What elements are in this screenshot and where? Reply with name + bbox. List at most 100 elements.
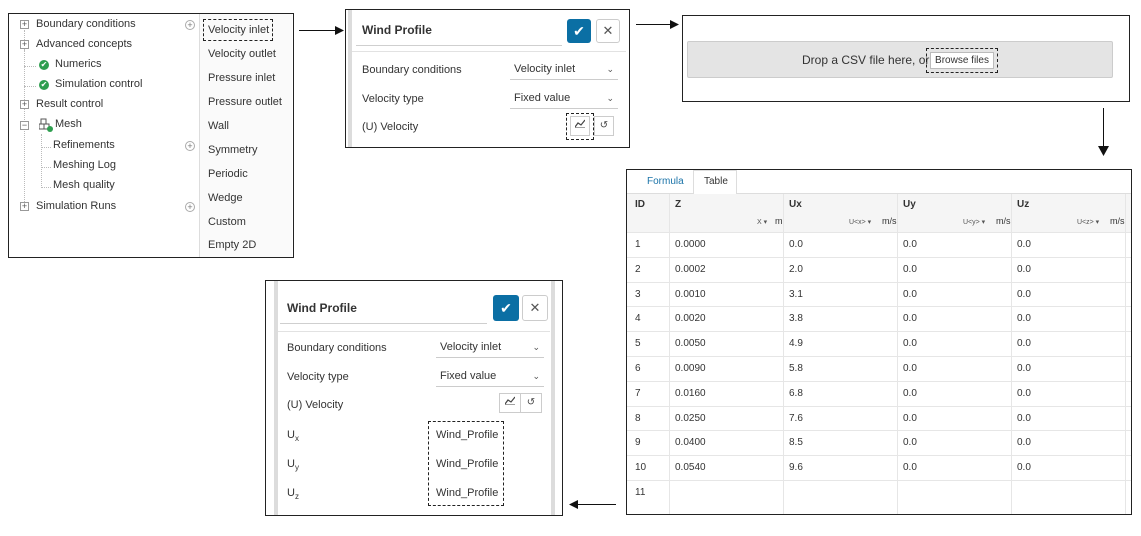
close-button[interactable]: ✕ xyxy=(596,19,620,43)
table-cell[interactable]: 0.0020 xyxy=(675,313,706,324)
title-underline xyxy=(356,45,562,46)
table-cell[interactable]: 0.0050 xyxy=(675,338,706,349)
tree-item-numerics[interactable]: Numerics xyxy=(55,58,101,78)
table-cell[interactable]: 0.0 xyxy=(1017,437,1031,448)
menu-item-velocity-inlet[interactable]: Velocity inlet xyxy=(208,24,269,36)
table-cell[interactable]: 0.0 xyxy=(1017,313,1031,324)
row-divider xyxy=(627,257,1131,258)
table-cell[interactable]: 0.0400 xyxy=(675,437,706,448)
table-cell[interactable]: 0.0 xyxy=(903,388,917,399)
table-cell[interactable]: 0.0250 xyxy=(675,413,706,424)
menu-item-velocity-outlet[interactable]: Velocity outlet xyxy=(208,48,276,60)
menu-item-custom[interactable]: Custom xyxy=(208,216,246,228)
add-icon[interactable]: + xyxy=(185,20,195,30)
boundary-conditions-select[interactable]: Velocity inlet ⌄ xyxy=(436,336,544,358)
table-cell[interactable]: 0.0090 xyxy=(675,363,706,374)
table-cell[interactable]: 5.8 xyxy=(789,363,803,374)
add-icon[interactable]: + xyxy=(185,202,195,212)
z-unit-select[interactable]: X ▾ xyxy=(757,218,767,226)
menu-item-empty-2d[interactable]: Empty 2D xyxy=(208,239,256,251)
table-cell[interactable]: 0.0010 xyxy=(675,289,706,300)
column-header-uz: Uz xyxy=(1017,199,1030,210)
menu-item-symmetry[interactable]: Symmetry xyxy=(208,144,258,156)
table-cell[interactable]: 0.0 xyxy=(903,363,917,374)
table-cell[interactable]: 0.0 xyxy=(1017,264,1031,275)
velocity-label: (U) Velocity xyxy=(362,121,419,133)
tree-item-boundary-conditions[interactable]: Boundary conditions xyxy=(36,18,136,38)
column-header-z: Z xyxy=(675,199,682,210)
table-cell[interactable]: 0.0 xyxy=(1017,289,1031,300)
table-cell[interactable]: 6.8 xyxy=(789,388,803,399)
collapse-icon[interactable]: − xyxy=(20,121,29,130)
table-cell[interactable]: 0.0002 xyxy=(675,264,706,275)
tab-formula[interactable]: Formula xyxy=(647,176,684,187)
browse-files-button[interactable]: Browse files xyxy=(930,52,994,69)
grid-line xyxy=(669,194,670,514)
table-cell[interactable]: 0.0 xyxy=(903,413,917,424)
table-cell[interactable]: 0.0 xyxy=(903,289,917,300)
table-cell[interactable]: 0.0000 xyxy=(675,239,706,250)
confirm-button[interactable]: ✔ xyxy=(493,295,519,321)
table-cell[interactable]: 9.6 xyxy=(789,462,803,473)
table-cell[interactable]: 0.0 xyxy=(903,338,917,349)
ux-value[interactable]: Wind_Profile xyxy=(436,429,498,441)
tree-item-refinements[interactable]: Refinements xyxy=(53,139,115,159)
tree-item-simulation-runs[interactable]: Simulation Runs xyxy=(36,200,116,220)
reset-button[interactable]: ↺ xyxy=(520,393,542,413)
tree-item-mesh[interactable]: Mesh xyxy=(55,118,82,138)
csv-dropzone[interactable]: Drop a CSV file here, or Browse files xyxy=(687,41,1113,78)
expand-icon[interactable]: + xyxy=(20,20,29,29)
table-cell[interactable]: 0.0 xyxy=(903,437,917,448)
menu-item-pressure-inlet[interactable]: Pressure inlet xyxy=(208,72,275,84)
menu-item-pressure-outlet[interactable]: Pressure outlet xyxy=(208,96,282,108)
table-cell[interactable]: 0.0 xyxy=(1017,388,1031,399)
table-cell[interactable]: 2.0 xyxy=(789,264,803,275)
table-cell[interactable]: 0.0 xyxy=(903,313,917,324)
expand-icon[interactable]: + xyxy=(20,202,29,211)
table-cell[interactable]: 0.0160 xyxy=(675,388,706,399)
table-cell[interactable]: 0.0 xyxy=(1017,338,1031,349)
table-cell[interactable]: 7.6 xyxy=(789,413,803,424)
velocity-type-select[interactable]: Fixed value ⌄ xyxy=(436,365,544,387)
uy-unit-select[interactable]: U<y> ▾ xyxy=(963,218,985,226)
table-cell[interactable]: 8.5 xyxy=(789,437,803,448)
component-label: U xyxy=(287,429,295,441)
table-cell[interactable]: 0.0 xyxy=(1017,363,1031,374)
uz-value[interactable]: Wind_Profile xyxy=(436,487,498,499)
uz-unit-select[interactable]: U<z> ▾ xyxy=(1077,218,1099,226)
boundary-conditions-select[interactable]: Velocity inlet ⌄ xyxy=(510,58,618,80)
flow-arrow xyxy=(1103,108,1104,146)
tree-item-label: Simulation Runs xyxy=(36,200,117,212)
table-cell[interactable]: 0.0540 xyxy=(675,462,706,473)
table-cell[interactable]: 0.0 xyxy=(903,239,917,250)
table-cell[interactable]: 0.0 xyxy=(789,239,803,250)
menu-item-wedge[interactable]: Wedge xyxy=(208,192,243,204)
collapse-icon[interactable]: + xyxy=(20,40,29,49)
velocity-type-select[interactable]: Fixed value ⌄ xyxy=(510,87,618,109)
menu-item-periodic[interactable]: Periodic xyxy=(208,168,248,180)
table-cell[interactable]: 4.9 xyxy=(789,338,803,349)
table-cell[interactable]: 0.0 xyxy=(1017,239,1031,250)
table-cell[interactable]: 0.0 xyxy=(1017,462,1031,473)
close-button[interactable]: ✕ xyxy=(522,295,548,321)
tab-table[interactable]: Table xyxy=(704,176,728,187)
expand-icon[interactable]: + xyxy=(20,100,29,109)
tree-item-mesh-quality[interactable]: Mesh quality xyxy=(53,179,115,199)
menu-item-wall[interactable]: Wall xyxy=(208,120,229,132)
chart-icon-button[interactable] xyxy=(499,393,521,413)
chart-icon-button[interactable] xyxy=(570,116,590,136)
table-cell[interactable]: 3.8 xyxy=(789,313,803,324)
reset-button[interactable]: ↺ xyxy=(594,116,614,136)
table-cell[interactable]: 0.0 xyxy=(903,264,917,275)
tree-item-advanced-concepts[interactable]: Advanced concepts xyxy=(36,38,132,58)
confirm-button[interactable]: ✔ xyxy=(567,19,591,43)
table-cell[interactable]: 0.0 xyxy=(1017,413,1031,424)
add-icon[interactable]: + xyxy=(185,141,195,151)
table-cell[interactable]: 0.0 xyxy=(903,462,917,473)
table-cell[interactable]: 3.1 xyxy=(789,289,803,300)
tree-item-result-control[interactable]: Result control xyxy=(36,98,103,118)
ux-unit-select[interactable]: U<x> ▾ xyxy=(849,218,871,226)
uy-value[interactable]: Wind_Profile xyxy=(436,458,498,470)
tree-item-meshing-log[interactable]: Meshing Log xyxy=(53,159,116,179)
tree-item-simulation-control[interactable]: Simulation control xyxy=(55,78,142,98)
